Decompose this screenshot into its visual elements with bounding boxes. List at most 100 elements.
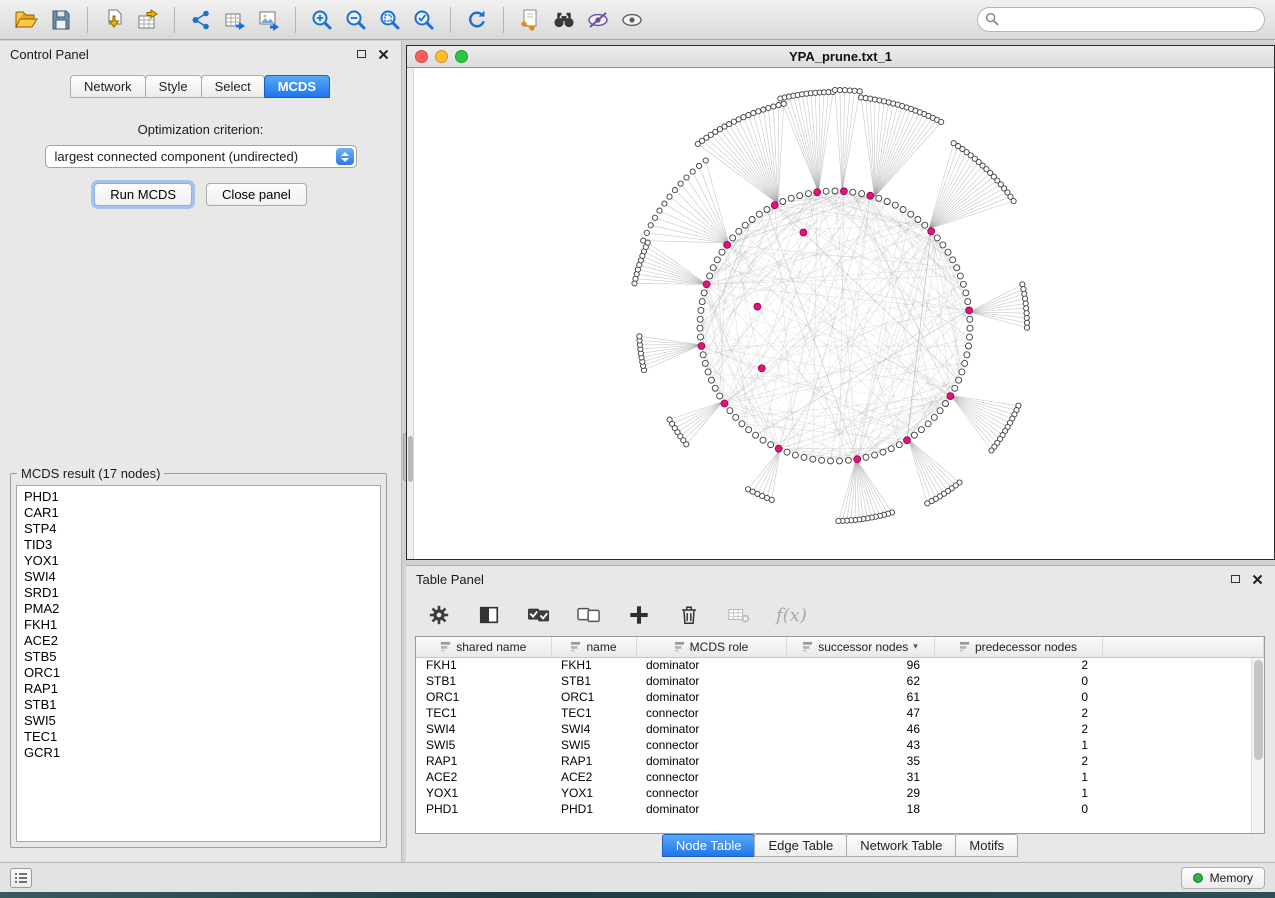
zoom-selected-icon[interactable] <box>407 4 441 36</box>
cell-predecessors: 2 <box>934 657 1102 673</box>
float-table-panel-icon[interactable] <box>1227 571 1243 587</box>
tab-node-table[interactable]: Node Table <box>662 834 756 857</box>
column-sort-icon <box>570 641 581 652</box>
mcds-result-item[interactable]: STB1 <box>24 697 373 713</box>
cell-filler <box>1102 657 1264 673</box>
settings-gear-icon[interactable] <box>426 602 452 628</box>
criterion-value: largest connected component (undirected) <box>55 149 299 164</box>
delete-columns-icon[interactable] <box>676 602 702 628</box>
table-row[interactable]: STB1STB1dominator620 <box>416 673 1264 689</box>
mcds-result-list[interactable]: PHD1CAR1STP4TID3YOX1SWI4SRD1PMA2FKH1ACE2… <box>16 485 381 842</box>
mcds-result-item[interactable]: SWI5 <box>24 713 373 729</box>
network-scrollbar[interactable] <box>407 68 414 559</box>
table-row[interactable]: YOX1YOX1connector291 <box>416 785 1264 801</box>
mcds-result-item[interactable]: GCR1 <box>24 745 373 761</box>
delete-table-icon[interactable] <box>726 602 752 628</box>
cell-role: connector <box>636 737 786 753</box>
save-session-icon[interactable] <box>44 4 78 36</box>
open-file-icon[interactable] <box>10 4 44 36</box>
tab-select[interactable]: Select <box>201 75 265 98</box>
task-history-icon[interactable] <box>10 868 32 888</box>
export-image-icon[interactable] <box>252 4 286 36</box>
table-row[interactable]: ORC1ORC1dominator610 <box>416 689 1264 705</box>
table-row[interactable]: FKH1FKH1dominator962 <box>416 657 1264 673</box>
close-panel-button[interactable]: Close panel <box>206 183 307 206</box>
chevron-down-icon[interactable]: ▾ <box>913 641 918 652</box>
hide-graphics-details-icon[interactable] <box>581 4 615 36</box>
zoom-out-icon[interactable] <box>339 4 373 36</box>
import-table-from-file-icon[interactable] <box>131 4 165 36</box>
mcds-result-item[interactable]: TID3 <box>24 537 373 553</box>
network-scrollbar-thumb[interactable] <box>408 436 413 482</box>
select-all-rows-icon[interactable] <box>526 602 552 628</box>
table-row[interactable]: ACE2ACE2connector311 <box>416 769 1264 785</box>
mcds-result-item[interactable]: SWI4 <box>24 569 373 585</box>
criterion-dropdown[interactable]: largest connected component (undirected) <box>45 145 357 168</box>
show-columns-icon[interactable] <box>476 602 502 628</box>
column-header-mcds-role[interactable]: MCDS role <box>636 637 786 657</box>
mcds-result-item[interactable]: SRD1 <box>24 585 373 601</box>
close-panel-icon[interactable] <box>375 46 391 62</box>
float-panel-icon[interactable] <box>353 46 369 62</box>
mcds-result-item[interactable]: STB5 <box>24 649 373 665</box>
mcds-result-item[interactable]: ACE2 <box>24 633 373 649</box>
run-mcds-button[interactable]: Run MCDS <box>94 183 192 206</box>
table-row[interactable]: SWI4SWI4dominator462 <box>416 721 1264 737</box>
mcds-result-item[interactable]: TEC1 <box>24 729 373 745</box>
copy-network-icon[interactable] <box>513 4 547 36</box>
mcds-result-item[interactable]: FKH1 <box>24 617 373 633</box>
column-header-filler <box>1102 637 1264 657</box>
mcds-result-item[interactable]: YOX1 <box>24 553 373 569</box>
mcds-result-item[interactable]: ORC1 <box>24 665 373 681</box>
column-header-shared-name[interactable]: shared name <box>416 637 551 657</box>
tab-mcds[interactable]: MCDS <box>264 75 330 98</box>
cell-shared: ORC1 <box>416 689 551 705</box>
network-titlebar[interactable]: YPA_prune.txt_1 <box>407 46 1274 68</box>
tab-motifs[interactable]: Motifs <box>955 834 1018 857</box>
zoom-in-icon[interactable] <box>305 4 339 36</box>
cell-predecessors: 0 <box>934 801 1102 817</box>
mcds-result-item[interactable]: PMA2 <box>24 601 373 617</box>
optimization-criterion-label: Optimization criterion: <box>0 122 401 137</box>
deselect-all-rows-icon[interactable] <box>576 602 602 628</box>
tab-style[interactable]: Style <box>145 75 202 98</box>
table-row[interactable]: SWI5SWI5connector431 <box>416 737 1264 753</box>
control-panel: Control Panel Network Style Select MCDS … <box>0 41 402 862</box>
cell-predecessors: 1 <box>934 769 1102 785</box>
export-table-icon[interactable] <box>218 4 252 36</box>
table-row[interactable]: RAP1RAP1dominator352 <box>416 753 1264 769</box>
tab-network[interactable]: Network <box>70 75 146 98</box>
network-canvas[interactable] <box>407 68 1274 559</box>
import-network-from-file-icon[interactable] <box>97 4 131 36</box>
tab-edge-table[interactable]: Edge Table <box>754 834 847 857</box>
cell-name: PHD1 <box>551 801 636 817</box>
memory-button[interactable]: Memory <box>1181 867 1265 889</box>
apply-function-icon[interactable]: f(x) <box>776 605 807 626</box>
mcds-result-item[interactable]: CAR1 <box>24 505 373 521</box>
column-header-successor-nodes[interactable]: successor nodes ▾ <box>786 637 934 657</box>
table-row[interactable]: PHD1PHD1dominator180 <box>416 801 1264 817</box>
table-row[interactable]: TEC1TEC1connector472 <box>416 705 1264 721</box>
add-column-icon[interactable] <box>626 602 652 628</box>
cell-shared: PHD1 <box>416 801 551 817</box>
cell-successors: 96 <box>786 657 934 673</box>
refresh-view-icon[interactable] <box>460 4 494 36</box>
close-table-panel-icon[interactable] <box>1249 571 1265 587</box>
column-header-name[interactable]: name <box>551 637 636 657</box>
mcds-result-item[interactable]: STP4 <box>24 521 373 537</box>
mcds-result-item[interactable]: PHD1 <box>24 489 373 505</box>
mcds-result-item[interactable]: RAP1 <box>24 681 373 697</box>
tab-network-table[interactable]: Network Table <box>846 834 956 857</box>
search-input[interactable] <box>977 7 1265 32</box>
search-network-icon[interactable] <box>547 4 581 36</box>
column-header-predecessor-nodes[interactable]: predecessor nodes <box>934 637 1102 657</box>
table-panel-title: Table Panel <box>416 572 1221 587</box>
cell-shared: STB1 <box>416 673 551 689</box>
table-scrollbar[interactable] <box>1251 658 1264 833</box>
export-network-icon[interactable] <box>184 4 218 36</box>
node-table: shared name name MCDS role successor nod… <box>415 636 1265 834</box>
table-scrollbar-thumb[interactable] <box>1254 660 1263 760</box>
show-graphics-details-icon[interactable] <box>615 4 649 36</box>
zoom-fit-icon[interactable] <box>373 4 407 36</box>
cell-name: STB1 <box>551 673 636 689</box>
